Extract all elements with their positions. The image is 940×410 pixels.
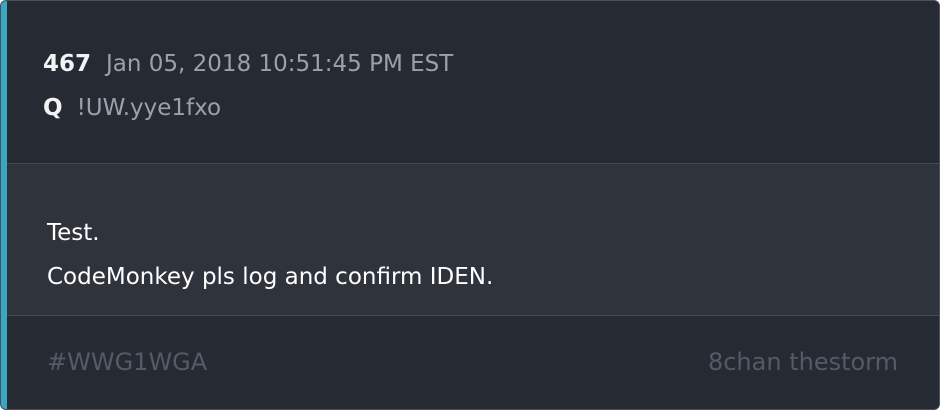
message-line: CodeMonkey pls log and confirm IDEN. — [47, 264, 494, 290]
post-timestamp: Jan 05, 2018 10:51:45 PM EST — [106, 51, 454, 77]
post-author-row: Q !UW.yye1fxo — [43, 92, 221, 124]
hashtag: #WWG1WGA — [47, 348, 208, 376]
post-footer: #WWG1WGA 8chan thestorm — [7, 316, 939, 409]
author-tripcode: !UW.yye1fxo — [76, 95, 222, 121]
post-meta-row: 467 Jan 05, 2018 10:51:45 PM EST — [43, 48, 453, 80]
post-number: 467 — [43, 51, 92, 77]
message-line: Test. — [47, 220, 100, 246]
source-label: 8chan thestorm — [707, 348, 898, 376]
post-card: 467 Jan 05, 2018 10:51:45 PM EST Q !UW.y… — [0, 0, 940, 410]
author-name: Q — [43, 95, 63, 121]
post-body: Test. CodeMonkey pls log and confirm IDE… — [7, 164, 939, 315]
post-header: 467 Jan 05, 2018 10:51:45 PM EST Q !UW.y… — [7, 1, 939, 163]
post-message: Test. CodeMonkey pls log and confirm IDE… — [47, 211, 909, 299]
